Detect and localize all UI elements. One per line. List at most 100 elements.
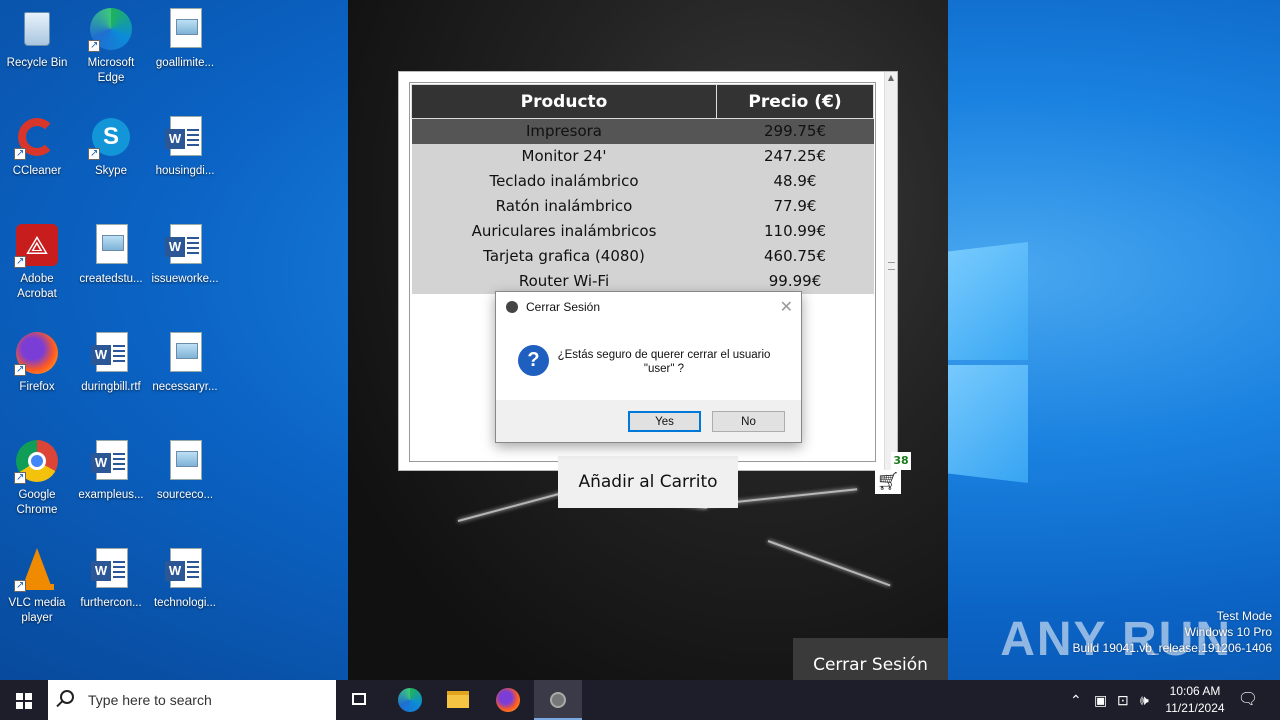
edge-icon	[88, 6, 134, 53]
search-input[interactable]	[88, 690, 328, 710]
desktop-icon[interactable]: sourceco...	[148, 438, 222, 503]
table-row[interactable]: Tarjeta grafica (4080) 460.75€	[411, 243, 874, 269]
word-doc-icon: W	[88, 330, 134, 376]
shortcut-arrow-icon	[14, 578, 26, 593]
windows-edition-text: Windows 10 Pro	[1184, 625, 1272, 639]
image-file-icon	[162, 438, 208, 484]
question-icon: ?	[518, 345, 549, 376]
shortcut-arrow-icon	[14, 146, 26, 161]
anyrun-watermark: ANY RUN Test Mode Windows 10 Pro Build 1…	[1000, 608, 1272, 666]
desktop-icon[interactable]: necessaryr...	[148, 330, 222, 395]
product-name-cell: Monitor 24'	[411, 143, 717, 169]
product-name-cell: Router Wi-Fi	[411, 268, 717, 294]
product-price-cell: 77.9€	[716, 193, 874, 219]
dialog-message: ¿Estás seguro de querer cerrar el usuari…	[557, 349, 771, 375]
column-header-precio[interactable]: Precio (€)	[716, 84, 874, 119]
task-view-button[interactable]	[336, 680, 384, 720]
shortcut-arrow-icon	[88, 38, 100, 53]
taskbar: ⌃ ▣ ⊡ 🕪︎ 10:06 AM 11/21/2024 🗨︎	[0, 680, 1280, 720]
taskbar-shop-app[interactable]	[534, 680, 582, 720]
table-row[interactable]: Router Wi-Fi 99.99€	[411, 268, 874, 294]
desktop-icon[interactable]: VLC media player	[0, 546, 74, 626]
desktop-icon[interactable]: Whousingdi...	[148, 114, 222, 179]
table-row[interactable]: Auriculares inalámbricos 110.99€	[411, 218, 874, 244]
product-price-cell: 48.9€	[716, 168, 874, 194]
desktop-icon-label: createdstu...	[79, 273, 143, 285]
notifications-icon[interactable]: 🗨︎	[1236, 680, 1260, 720]
shopping-cart-icon[interactable]: 🛒︎	[875, 470, 901, 494]
desktop-icon[interactable]: Wduringbill.rtf	[74, 330, 148, 395]
desktop-icon-label: sourceco...	[156, 489, 214, 501]
logout-confirm-dialog: Cerrar Sesión ✕ ? ¿Estás seguro de quere…	[495, 291, 802, 443]
word-doc-icon: W	[162, 222, 208, 268]
vertical-scrollbar[interactable]: ▲	[884, 72, 897, 470]
desktop-icon[interactable]: goallimite...	[148, 6, 222, 71]
chevron-up-icon[interactable]: ⌃	[1070, 680, 1088, 720]
desktop-icon[interactable]: CCleaner	[0, 114, 74, 179]
system-clock[interactable]: 10:06 AM 11/21/2024	[1160, 683, 1230, 717]
yes-button[interactable]: Yes	[628, 411, 701, 432]
start-button[interactable]	[0, 680, 48, 720]
dialog-footer: Yes No	[496, 400, 801, 442]
desktop-icon[interactable]: Google Chrome	[0, 438, 74, 518]
volume-icon[interactable]: 🕪︎	[1140, 680, 1158, 720]
desktop-icon-label: technologi...	[153, 597, 216, 609]
add-to-cart-button[interactable]: Añadir al Carrito	[558, 456, 738, 508]
close-icon[interactable]: ✕	[780, 297, 793, 317]
product-name-cell: Teclado inalámbrico	[411, 168, 717, 194]
clock-date: 11/21/2024	[1165, 701, 1225, 715]
chrome-icon	[14, 438, 60, 485]
no-button[interactable]: No	[712, 411, 785, 432]
desktop-icon[interactable]: ⟁ Adobe Acrobat	[0, 222, 74, 302]
desktop-icon[interactable]: S Skype	[74, 114, 148, 179]
desktop-icon-label: housingdi...	[155, 165, 215, 177]
product-price-cell: 299.75€	[716, 118, 874, 144]
desktop-icon-label: duringbill.rtf	[81, 381, 141, 393]
desktop-icon[interactable]: Wexampleus...	[74, 438, 148, 503]
meet-now-icon[interactable]: ▣	[1094, 680, 1112, 720]
table-row[interactable]: Monitor 24' 247.25€	[411, 143, 874, 169]
product-name-cell: Impresora	[411, 118, 717, 144]
word-doc-icon: W	[162, 114, 208, 160]
word-doc-icon: W	[88, 546, 134, 592]
vlc-icon	[14, 546, 60, 593]
desktop-icon[interactable]: Firefox	[0, 330, 74, 395]
app-icon	[506, 301, 518, 313]
firefox-icon	[496, 688, 520, 712]
taskbar-edge[interactable]	[386, 680, 434, 720]
desktop-icon-label: exampleus...	[78, 489, 144, 501]
desktop-icon[interactable]: Wfurthercon...	[74, 546, 148, 611]
edge-icon	[398, 688, 422, 712]
scroll-up-icon[interactable]: ▲	[885, 72, 897, 84]
desktop-icon[interactable]: Wissueworke...	[148, 222, 222, 287]
image-file-icon	[162, 6, 208, 52]
product-name-cell: Ratón inalámbrico	[411, 193, 717, 219]
scroll-grip-icon[interactable]	[888, 262, 895, 270]
folder-icon	[447, 691, 469, 708]
network-icon[interactable]: ⊡	[1117, 680, 1135, 720]
taskbar-search[interactable]	[48, 680, 336, 720]
table-row[interactable]: Impresora 299.75€	[411, 118, 874, 144]
desktop-icon-label: goallimite...	[155, 57, 215, 69]
shortcut-arrow-icon	[88, 146, 100, 161]
clock-time: 10:06 AM	[1169, 684, 1221, 698]
firefox-icon	[14, 330, 60, 377]
taskbar-file-explorer[interactable]	[434, 680, 482, 720]
desktop-icon[interactable]: createdstu...	[74, 222, 148, 287]
desktop-icon[interactable]: Wtechnologi...	[148, 546, 222, 611]
desktop-icon[interactable]: Recycle Bin	[0, 6, 74, 71]
app-icon	[550, 692, 566, 708]
table-row[interactable]: Teclado inalámbrico 48.9€	[411, 168, 874, 194]
word-doc-icon: W	[88, 438, 134, 484]
word-doc-icon: W	[162, 546, 208, 592]
shortcut-arrow-icon	[14, 254, 26, 269]
column-header-producto[interactable]: Producto	[411, 84, 717, 119]
desktop-icon[interactable]: Microsoft Edge	[74, 6, 148, 86]
desktop-icon-label: Google Chrome	[16, 489, 58, 516]
table-row[interactable]: Ratón inalámbrico 77.9€	[411, 193, 874, 219]
dialog-title: Cerrar Sesión	[526, 300, 601, 314]
dialog-titlebar[interactable]: Cerrar Sesión ✕	[496, 292, 801, 322]
recycle-bin-icon	[14, 6, 60, 52]
taskbar-firefox[interactable]	[484, 680, 532, 720]
shortcut-arrow-icon	[14, 362, 26, 377]
